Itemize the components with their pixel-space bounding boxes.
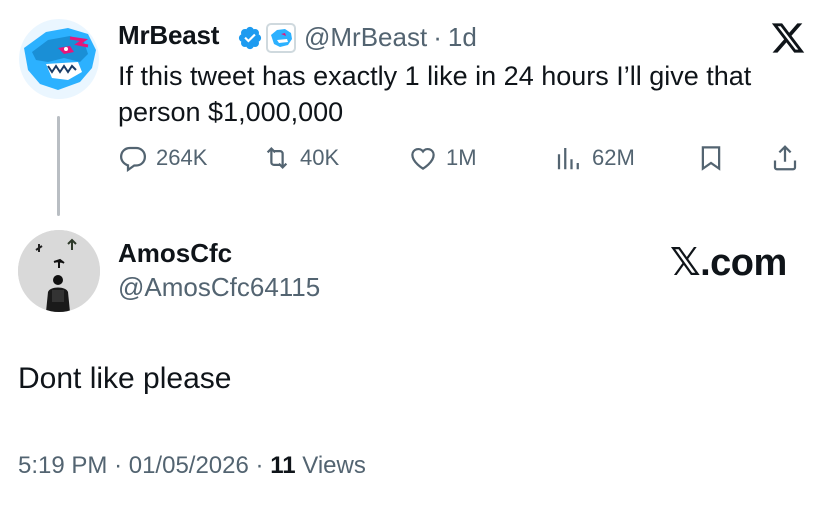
tweet-text: If this tweet has exactly 1 like in 24 h… — [118, 61, 752, 127]
like-button[interactable]: 1M — [408, 140, 477, 176]
reply-views-label[interactable]: Views — [302, 452, 366, 479]
amoscfc-avatar[interactable] — [18, 230, 100, 312]
reply-meta: 5:19 PM · 01/05/2026 · 11 Views — [18, 452, 366, 480]
views-count: 62M — [592, 145, 635, 170]
reply-button[interactable]: 264K — [118, 140, 207, 176]
x-logo-icon — [771, 23, 805, 53]
verified-badge-icon — [238, 26, 262, 50]
repost-icon — [266, 147, 288, 169]
analytics-icon — [557, 148, 579, 170]
author-handle-and-time: @MrBeast · 1d — [304, 22, 477, 53]
thread-connector-line — [57, 116, 60, 216]
reply-icon — [119, 146, 147, 173]
x-com-watermark: 𝕏.com — [670, 242, 787, 284]
bookmark-button[interactable] — [696, 140, 734, 176]
tweet-age[interactable]: 1d — [448, 22, 477, 52]
share-button[interactable] — [770, 140, 808, 176]
separator-dot: · — [433, 22, 442, 52]
mrbeast-avatar[interactable] — [18, 18, 100, 100]
repost-button[interactable]: 40K — [262, 140, 339, 176]
reply-views-count: 11 — [270, 452, 296, 479]
views-button[interactable]: 62M — [554, 140, 635, 176]
like-count: 1M — [446, 145, 477, 170]
author-handle[interactable]: @MrBeast — [304, 22, 427, 52]
share-icon — [773, 145, 797, 171]
separator-dot: · — [255, 452, 264, 479]
heart-icon — [411, 147, 435, 170]
reply-author-handle[interactable]: @AmosCfc64115 — [118, 272, 320, 303]
repost-count: 40K — [300, 145, 340, 170]
reply-date[interactable]: 01/05/2026 — [129, 452, 249, 479]
reply-count: 264K — [156, 145, 208, 170]
avatar-photo-icon — [18, 230, 100, 312]
reply-text: Dont like please — [18, 362, 232, 395]
tweet-action-bar: 264K 40K 1M 62M — [118, 140, 808, 176]
reply-time[interactable]: 5:19 PM — [18, 452, 107, 479]
mrbeast-logo-icon — [19, 19, 99, 99]
reply-author-name[interactable]: AmosCfc — [118, 238, 232, 269]
bookmark-icon — [701, 146, 721, 171]
mrbeast-affiliate-icon — [271, 29, 292, 47]
separator-dot: · — [114, 452, 123, 479]
author-name[interactable]: MrBeast — [118, 20, 219, 51]
affiliate-badge[interactable] — [266, 23, 296, 53]
